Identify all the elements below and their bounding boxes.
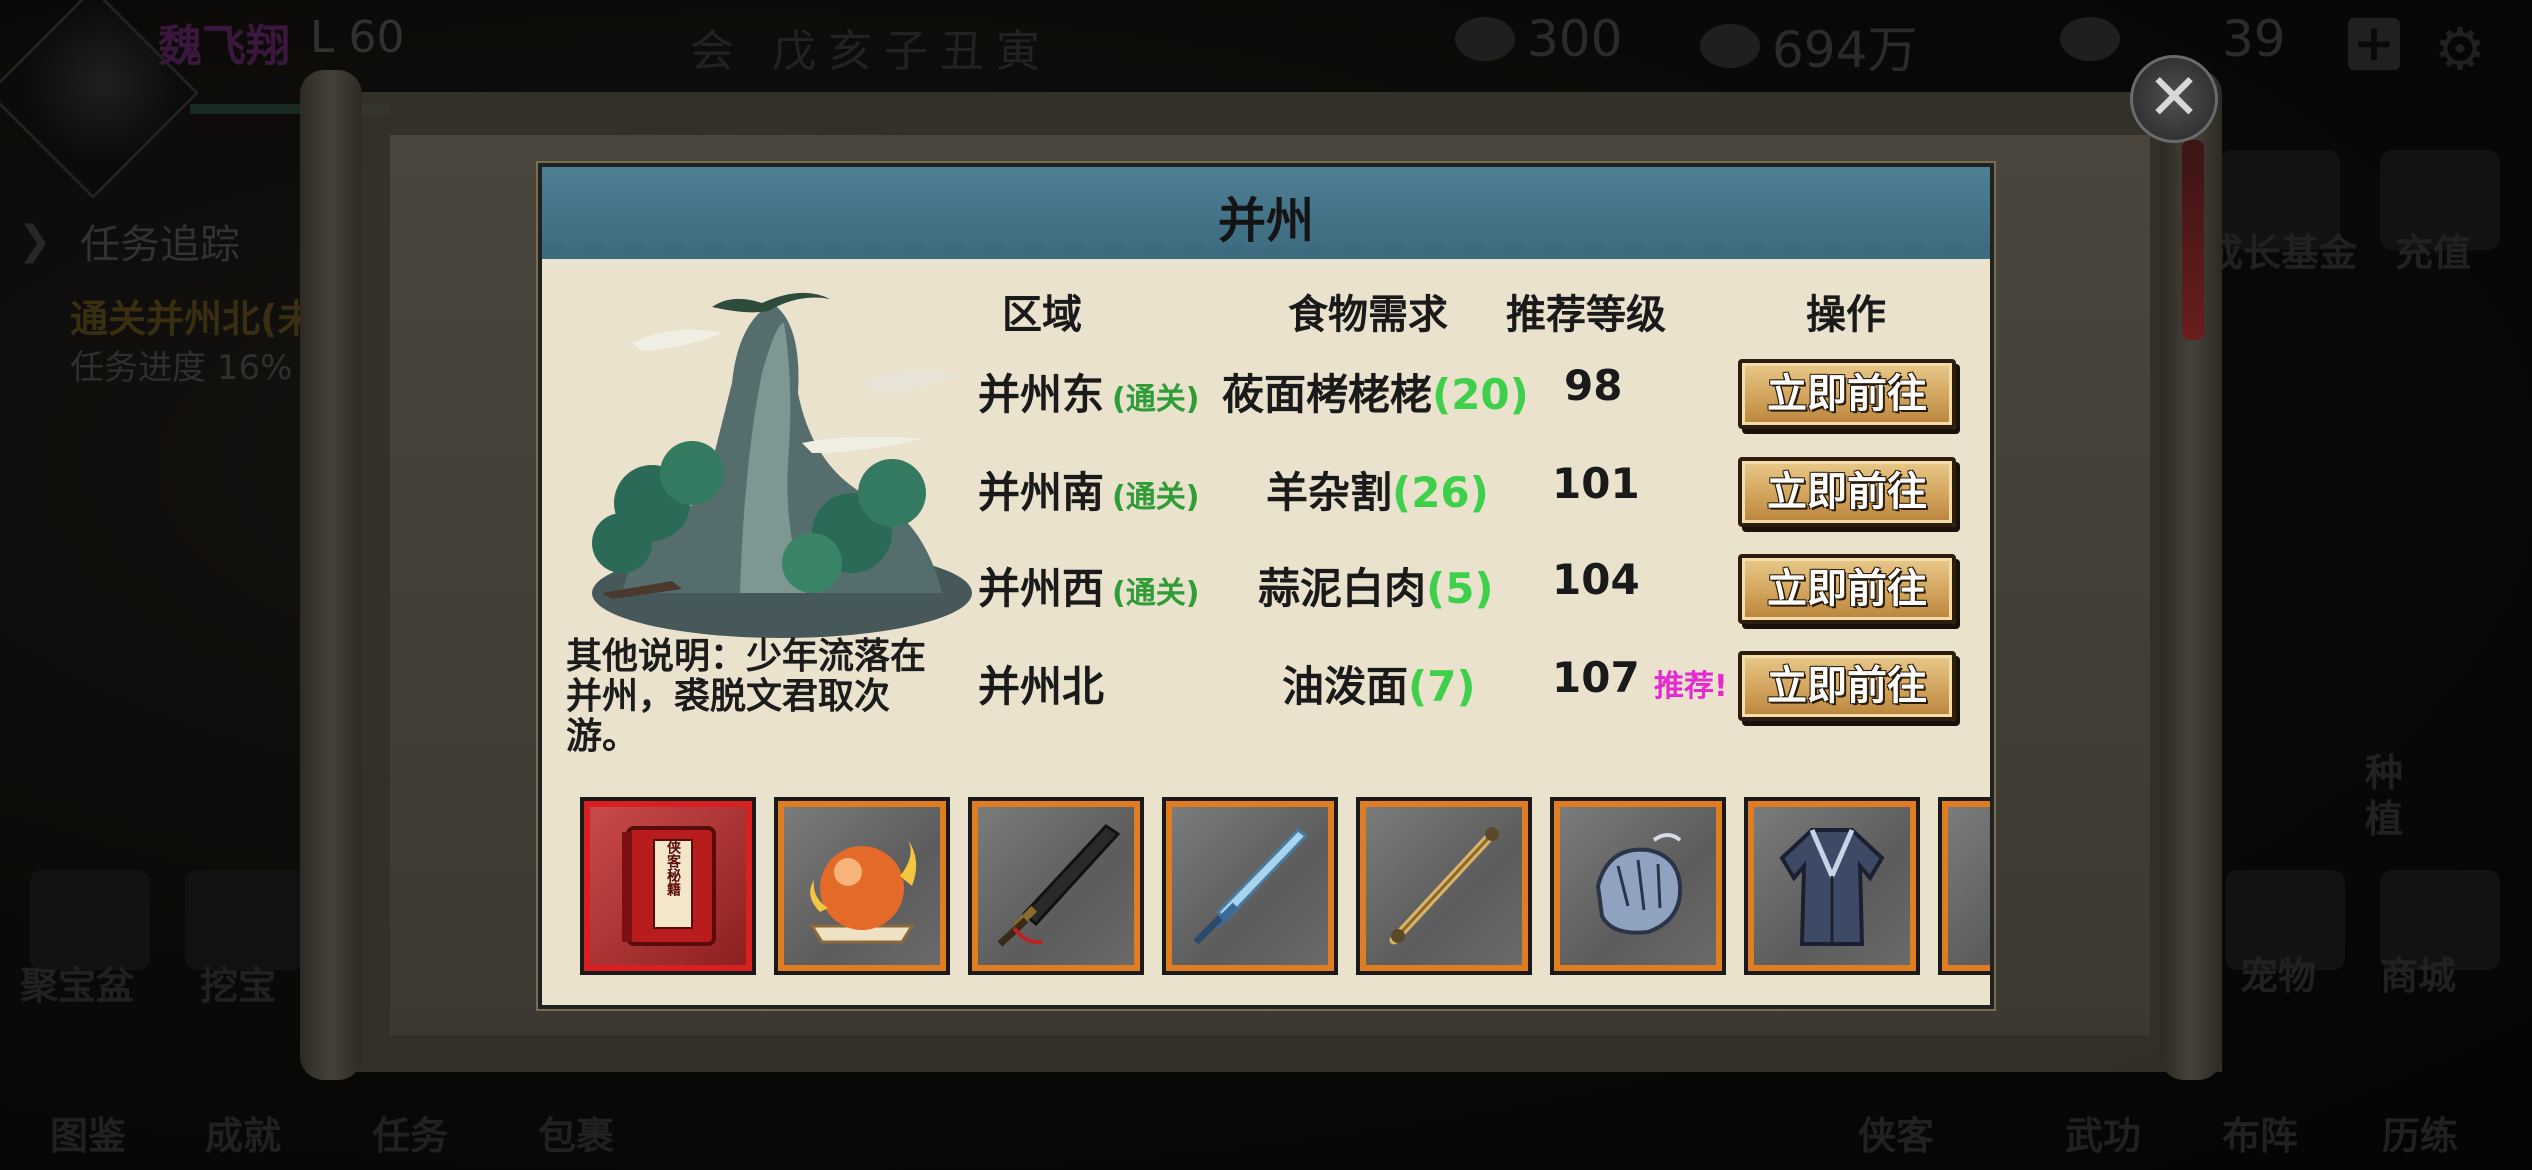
- food-qty: (7): [1408, 662, 1476, 711]
- close-button[interactable]: ✕: [2130, 55, 2218, 143]
- reward-item-staff[interactable]: [1356, 797, 1532, 975]
- recommended-level: 101: [1552, 459, 1640, 508]
- food-qty: (5): [1426, 564, 1494, 613]
- region-name: 并州东: [978, 370, 1105, 419]
- recommended-level: 104: [1552, 555, 1640, 604]
- food-name: 油泼面: [1282, 662, 1409, 711]
- table-row-food: 羊杂割(26): [1266, 459, 1489, 520]
- recommend-badge: 推荐!: [1654, 669, 1728, 704]
- food-name: 羊杂割: [1266, 468, 1393, 517]
- region-description: 其他说明：少年流落在并州，裘脱文君取次游。: [566, 636, 927, 757]
- broadsword-icon: [997, 824, 1121, 947]
- table-row-food: 莜面栲栳栳(20): [1222, 361, 1529, 422]
- go-now-button[interactable]: 立即前往: [1738, 359, 1956, 429]
- reward-item-partial[interactable]: [1938, 797, 1990, 975]
- sword-icon: [1193, 828, 1309, 945]
- close-icon: ✕: [2147, 61, 2201, 135]
- mountain-landscape-illustration: [592, 292, 972, 638]
- table-row-region: 并州北: [978, 653, 1112, 714]
- book-icon: 侠客秘籍: [622, 826, 716, 946]
- region-name: 并州北: [978, 662, 1105, 711]
- cleared-tag: (通关): [1112, 382, 1200, 417]
- scroll-rod-left: [300, 70, 362, 1080]
- dialog-title: 并州: [1217, 193, 1314, 249]
- recommended-level: 98: [1564, 361, 1623, 410]
- food-name: 蒜泥白肉: [1258, 564, 1427, 613]
- reward-item-robe[interactable]: [1744, 797, 1920, 975]
- cleared-tag: (通关): [1112, 480, 1200, 515]
- column-header-level: 推荐等级: [1506, 292, 1666, 338]
- robe-icon: [1779, 828, 1885, 946]
- column-header-action: 操作: [1806, 292, 1886, 338]
- food-qty: (20): [1432, 370, 1529, 419]
- region-name: 并州南: [978, 468, 1105, 517]
- tassel-ornament: [2182, 140, 2204, 340]
- go-now-button[interactable]: 立即前往: [1738, 651, 1956, 721]
- table-row-region: 并州东 (通关): [978, 361, 1199, 422]
- recommended-level: 107: [1552, 653, 1640, 702]
- book-label: 侠客秘籍: [665, 839, 682, 897]
- go-now-button[interactable]: 立即前往: [1738, 457, 1956, 527]
- reward-item-gauntlet[interactable]: [1550, 797, 1726, 975]
- region-dialog: 并州 其他说明：少年流落在并州，裘脱文君取次游。 区域 食物需求 推荐等级 操作…: [538, 163, 1994, 1009]
- column-header-region: 区域: [1002, 292, 1082, 338]
- cleared-tag: (通关): [1112, 576, 1200, 611]
- orb-icon: [809, 840, 917, 944]
- table-row-region: 并州西 (通关): [978, 555, 1199, 616]
- column-header-food: 食物需求: [1288, 292, 1448, 338]
- food-name: 莜面栲栳栳: [1222, 370, 1433, 419]
- table-row-food: 蒜泥白肉(5): [1258, 555, 1494, 616]
- table-row-food: 油泼面(7): [1282, 653, 1476, 714]
- reward-item-sword[interactable]: [1162, 797, 1338, 975]
- table-row-region: 并州南 (通关): [978, 459, 1199, 520]
- staff-icon: [1389, 827, 1499, 945]
- region-name: 并州西: [978, 564, 1105, 613]
- reward-item-broadsword[interactable]: [968, 797, 1144, 975]
- food-qty: (26): [1392, 468, 1489, 517]
- reward-item-orb[interactable]: [774, 797, 950, 975]
- go-now-button[interactable]: 立即前往: [1738, 554, 1956, 624]
- reward-item-book[interactable]: 侠客秘籍: [580, 797, 756, 975]
- gauntlet-icon: [1595, 833, 1683, 935]
